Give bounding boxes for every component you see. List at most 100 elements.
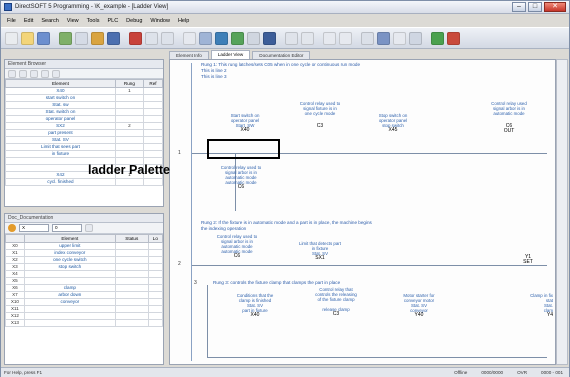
menu-file[interactable]: File	[7, 18, 16, 24]
table-row[interactable]: SX2 2	[5, 122, 164, 130]
col-element[interactable]: Element	[23, 234, 116, 243]
tab-ladder-view[interactable]: Ladder View	[210, 50, 251, 59]
table-row[interactable]: X6 clamp	[5, 284, 164, 292]
monitor-icon[interactable]	[107, 31, 120, 45]
table-row[interactable]: X5	[5, 277, 164, 285]
vertical-scrollbar[interactable]	[556, 59, 568, 365]
menu-tools[interactable]: Tools	[87, 18, 100, 24]
col-element[interactable]: Element	[5, 79, 116, 88]
rung-1-contact-3[interactable]: Stop switch on operator panel stop switc…	[363, 113, 423, 133]
rung-3-coil[interactable]: Clamp in fix stat Stat. clam Y4	[501, 293, 553, 318]
prev-icon[interactable]	[41, 70, 49, 78]
table-row[interactable]: start switch on	[5, 94, 164, 102]
cell-element[interactable]: upper limit	[23, 242, 116, 250]
plc-icon[interactable]	[323, 31, 336, 45]
table-row[interactable]: X40 1	[5, 87, 164, 95]
redo-icon[interactable]	[161, 31, 174, 45]
table-row[interactable]: X12	[5, 312, 164, 320]
sort-icon[interactable]	[30, 70, 38, 78]
cell-element[interactable]: conveyor	[23, 298, 116, 306]
table-row[interactable]: Stat. SV	[5, 136, 164, 144]
table-row[interactable]: X11	[5, 305, 164, 313]
filter-icon[interactable]	[85, 224, 93, 232]
rung-1-contact-1[interactable]: Start switch on operator panel Start_SW …	[215, 113, 275, 133]
col-lo[interactable]: Lo	[147, 234, 164, 243]
status-icon[interactable]	[377, 31, 390, 45]
table-row[interactable]: Stat. sw	[5, 101, 164, 109]
element-type-select[interactable]: X	[19, 224, 49, 232]
open-icon[interactable]	[21, 31, 34, 45]
title-bar[interactable]: DirectSOFT 5 Programming - \K_example - …	[1, 1, 569, 14]
contact-icon[interactable]	[215, 31, 228, 45]
table-row[interactable]: operator panel	[5, 115, 164, 123]
view-icon[interactable]	[361, 31, 374, 45]
menu-view[interactable]: View	[67, 18, 79, 24]
cut-icon[interactable]	[75, 31, 88, 45]
undo-icon[interactable]	[145, 31, 158, 45]
run-icon[interactable]	[431, 31, 444, 45]
rung-1-contact-4[interactable]: Control relay used signal arbor is in au…	[479, 101, 539, 134]
cell-element[interactable]: index conveyor	[23, 249, 116, 257]
table-row[interactable]: X10 conveyor	[5, 298, 164, 306]
stop-icon[interactable]	[129, 31, 142, 45]
tab-element-info[interactable]: Element Info	[169, 51, 209, 59]
col-status[interactable]: Status	[114, 234, 149, 243]
table-row[interactable]: Stat. switch on	[5, 108, 164, 116]
menu-help[interactable]: Help	[178, 18, 189, 24]
rung-3-contact-3[interactable]: Motor starter for conveyor motor Stat. S…	[389, 293, 449, 318]
table-row[interactable]: part present	[5, 129, 164, 137]
table-row[interactable]: X1 index conveyor	[5, 249, 164, 257]
cell-element[interactable]	[23, 305, 116, 313]
list-view-icon[interactable]	[8, 70, 16, 78]
table-row[interactable]: cycl. finished	[5, 178, 164, 186]
cell-element[interactable]	[23, 277, 116, 285]
table-row[interactable]: X7 arbor down	[5, 291, 164, 299]
close-icon[interactable]: ✕	[544, 2, 566, 12]
save-icon[interactable]	[37, 31, 50, 45]
options-icon[interactable]	[393, 31, 406, 45]
link-icon[interactable]	[339, 31, 352, 45]
col-ref[interactable]: Ref	[142, 79, 164, 88]
rung-3-contact-1[interactable]: Conditions that the clamp is finished St…	[225, 293, 285, 318]
cell-element[interactable]: arbor down	[23, 291, 116, 299]
maximize-icon[interactable]: □	[528, 2, 542, 12]
cell-element[interactable]: one cycle switch	[23, 256, 116, 264]
box-icon[interactable]	[247, 31, 260, 45]
rung-2-contact-1[interactable]: Control relay used to signal arbor is in…	[207, 234, 267, 259]
minimize-icon[interactable]: –	[512, 2, 526, 12]
table-row[interactable]: X13	[5, 319, 164, 327]
folder-icon[interactable]	[91, 31, 104, 45]
window-icon[interactable]	[409, 31, 422, 45]
grid-view-icon[interactable]	[19, 70, 27, 78]
col-rung[interactable]: Rung	[114, 79, 144, 88]
table-row[interactable]: X2 one cycle switch	[5, 256, 164, 264]
rung-1-branch-contact[interactable]: Control relay used to signal arbor is in…	[211, 165, 271, 190]
rung-2-coil[interactable]: Y1 SET	[513, 255, 543, 265]
cell-element[interactable]	[23, 319, 116, 327]
cell-element[interactable]	[23, 270, 116, 278]
next-icon[interactable]	[52, 70, 60, 78]
menu-debug[interactable]: Debug	[126, 18, 142, 24]
selection-cursor[interactable]	[207, 139, 280, 159]
edit-icon[interactable]	[285, 31, 298, 45]
halt-icon[interactable]	[447, 31, 460, 45]
menu-search[interactable]: Search	[41, 18, 58, 24]
table-row[interactable]: Limit that sees part	[5, 143, 164, 151]
mode-icon[interactable]	[301, 31, 314, 45]
zoom-icon[interactable]	[199, 31, 212, 45]
accept-icon[interactable]	[59, 31, 72, 45]
rung-2-contact-2[interactable]: Limit that detects part in fixture Stat.…	[285, 241, 355, 261]
tab-documentation-editor[interactable]: Documentation Editor	[252, 51, 311, 59]
line-icon[interactable]	[263, 31, 276, 45]
coil-icon[interactable]	[231, 31, 244, 45]
table-row[interactable]: X3 stop switch	[5, 263, 164, 271]
menu-edit[interactable]: Edit	[24, 18, 33, 24]
menu-plc[interactable]: PLC	[107, 18, 118, 24]
rung-3-contact-2[interactable]: Control relay that controls the releasin…	[301, 287, 371, 317]
find-icon[interactable]	[183, 31, 196, 45]
table-row[interactable]: in fixture	[5, 150, 164, 158]
cell-element[interactable]: stop switch	[23, 263, 116, 271]
table-row[interactable]: X4	[5, 270, 164, 278]
cell-element[interactable]	[23, 312, 116, 320]
address-select[interactable]: 0	[52, 224, 82, 232]
